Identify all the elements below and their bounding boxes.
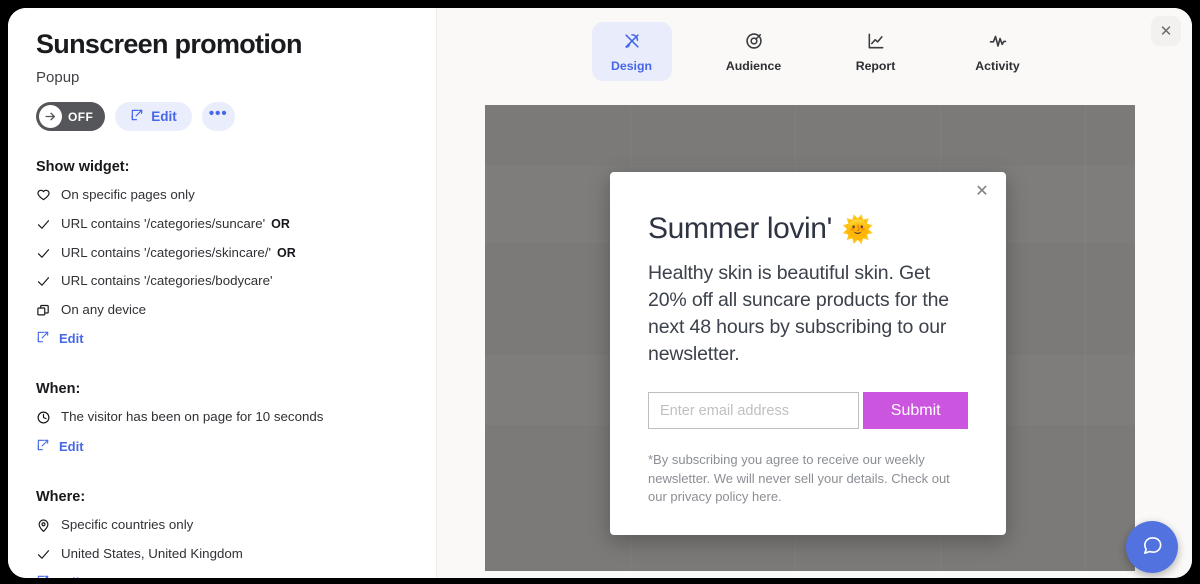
- tab-bar: Design Audience Report Activity: [437, 8, 1192, 81]
- condition-text: United States, United Kingdom: [61, 546, 408, 563]
- condition-label: On specific pages only: [61, 187, 195, 203]
- submit-button[interactable]: Submit: [863, 392, 968, 430]
- tab-label: Audience: [725, 59, 782, 73]
- condition-row: On any device: [36, 296, 408, 325]
- condition-row: United States, United Kingdom: [36, 540, 408, 569]
- edit-icon: [36, 330, 50, 347]
- condition-section: When: The visitor has been on page for 10…: [36, 381, 408, 461]
- condition-text: On specific pages only: [61, 187, 408, 204]
- edit-section-label: Edit: [59, 575, 84, 578]
- toggle-knob-arrow-icon: [39, 105, 62, 129]
- sidebar: Sunscreen promotion Popup OFF Edit ••• S…: [8, 8, 437, 578]
- section-title: When:: [36, 381, 81, 398]
- preview-panel: Design Audience Report Activity ✕ ✕ Summer …: [437, 8, 1192, 578]
- pin-icon: [36, 518, 51, 533]
- tab-design[interactable]: Design: [591, 22, 672, 81]
- edit-icon: [36, 574, 50, 578]
- devices-icon: [36, 303, 51, 318]
- condition-label: On any device: [61, 301, 147, 317]
- heart-icon: [36, 188, 51, 203]
- condition-text: On any device: [61, 302, 408, 319]
- section-title: Where:: [36, 489, 86, 506]
- popup-disclaimer-text: *By subscribing you agree to receive our…: [648, 452, 950, 505]
- help-chat-button[interactable]: [1126, 521, 1178, 573]
- condition-text: URL contains '/categories/skincare/' OR: [61, 245, 408, 262]
- condition-label: Specific countries only: [61, 517, 194, 533]
- condition-row: The visitor has been on page for 10 seco…: [36, 403, 408, 432]
- clock-icon: [36, 410, 51, 425]
- check-icon: [36, 274, 51, 289]
- tab-label: Activity: [975, 59, 1020, 73]
- condition-text: URL contains '/categories/bodycare': [61, 273, 408, 290]
- popup-heading-text: Summer lovin': [648, 212, 832, 245]
- target-icon: [744, 31, 764, 54]
- condition-text: The visitor has been on page for 10 seco…: [61, 409, 408, 426]
- condition-operator: OR: [271, 217, 290, 231]
- condition-row: URL contains '/categories/bodycare': [36, 267, 408, 296]
- design-icon: [622, 31, 642, 54]
- chart-icon: [866, 31, 886, 54]
- check-icon: [36, 217, 51, 232]
- condition-section: Show widget: On specific pages only URL co…: [36, 159, 408, 353]
- popup-heading: Summer lovin' 🌞: [648, 212, 968, 246]
- popup-body-text: Healthy skin is beautiful skin. Get 20% …: [648, 262, 950, 366]
- email-input[interactable]: [648, 392, 860, 430]
- edit-section-label: Edit: [59, 331, 84, 347]
- pulse-icon: [988, 31, 1008, 54]
- condition-label: URL contains '/categories/suncare': [61, 216, 266, 231]
- page-title: Sunscreen promotion: [36, 29, 302, 59]
- tab-audience[interactable]: Audience: [714, 22, 794, 81]
- widget-enable-toggle[interactable]: OFF: [36, 102, 106, 132]
- condition-label: United States, United Kingdom: [61, 545, 243, 561]
- popup-subscribe-form: Submit: [648, 392, 968, 430]
- widget-type-label: Popup: [36, 69, 80, 87]
- widget-preview-stage: ✕ Summer lovin' 🌞 Healthy skin is beauti…: [485, 105, 1135, 571]
- edit-section-label: Edit: [59, 439, 84, 455]
- tab-report[interactable]: Report: [836, 22, 916, 81]
- action-row: OFF Edit •••: [36, 102, 408, 132]
- sun-emoji-icon: 🌞: [841, 213, 874, 244]
- condition-row: URL contains '/categories/suncare' OR: [36, 210, 408, 239]
- edit-section-link[interactable]: Edit: [36, 568, 408, 578]
- conditions-list: Show widget: On specific pages only URL co…: [36, 159, 408, 578]
- condition-row: Specific countries only: [36, 511, 408, 540]
- chat-bubble-icon: [1141, 534, 1164, 560]
- section-title: Show widget:: [36, 159, 130, 176]
- check-icon: [36, 547, 51, 562]
- tab-label: Design: [611, 59, 652, 73]
- condition-row: URL contains '/categories/skincare/' OR: [36, 239, 408, 268]
- popup-close-icon[interactable]: ✕: [972, 182, 992, 202]
- edit-icon: [130, 108, 144, 125]
- more-options-button[interactable]: •••: [201, 102, 235, 132]
- edit-section-link[interactable]: Edit: [36, 432, 408, 461]
- tab-activity[interactable]: Activity: [958, 22, 1038, 81]
- check-icon: [36, 246, 51, 261]
- condition-row: On specific pages only: [36, 181, 408, 210]
- edit-section-link[interactable]: Edit: [36, 324, 408, 353]
- toggle-state-label: OFF: [68, 109, 94, 124]
- edit-widget-button[interactable]: Edit: [115, 102, 192, 132]
- popup-widget-preview: ✕ Summer lovin' 🌞 Healthy skin is beauti…: [610, 172, 1006, 535]
- edit-icon: [36, 438, 50, 455]
- condition-label: URL contains '/categories/bodycare': [61, 273, 273, 289]
- condition-text: URL contains '/categories/suncare' OR: [61, 216, 408, 233]
- condition-operator: OR: [277, 245, 296, 260]
- condition-text: Specific countries only: [61, 517, 408, 534]
- condition-label: URL contains '/categories/skincare/': [61, 244, 272, 260]
- app-window: Sunscreen promotion Popup OFF Edit ••• S…: [8, 8, 1192, 578]
- tab-label: Report: [855, 59, 896, 73]
- close-window-button[interactable]: ✕: [1151, 16, 1181, 46]
- edit-widget-label: Edit: [151, 109, 177, 125]
- condition-label: The visitor has been on page for 10 seco…: [61, 409, 324, 425]
- condition-section: Where: Specific countries only United Stat…: [36, 489, 408, 578]
